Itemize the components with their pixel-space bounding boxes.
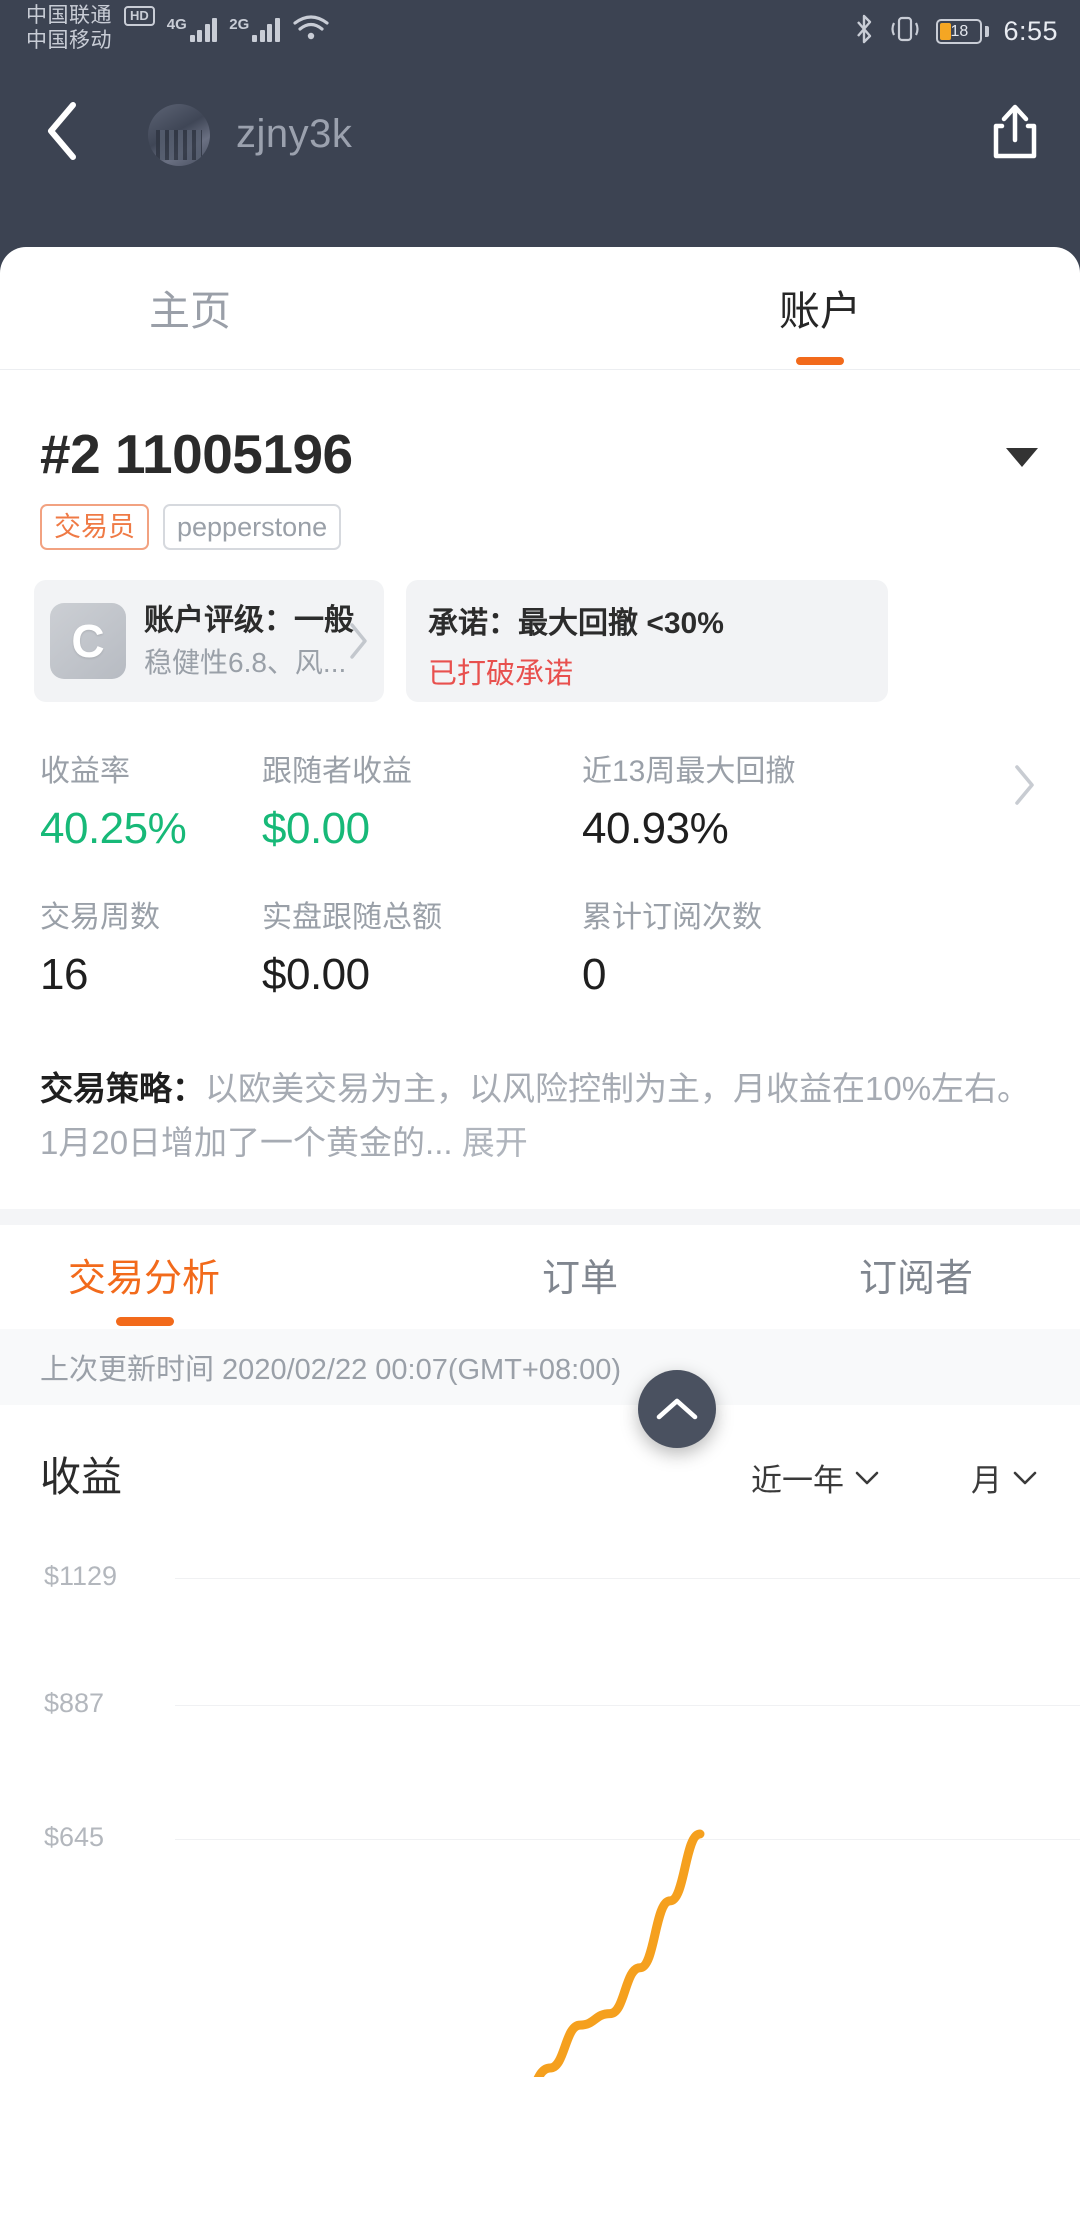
chart-title: 收益 (40, 1454, 122, 1501)
earnings-chart[interactable]: $1129 $887 $645 (0, 1517, 1080, 2078)
battery-icon: 18 (936, 19, 990, 44)
stat-label: 收益率 (40, 755, 130, 789)
signal-group-2: 2G (229, 4, 280, 42)
promise-status: 已打破承诺 (428, 658, 574, 691)
tab-subscribers[interactable]: 订阅者 (796, 1247, 1036, 1302)
status-bar-clock: 6:55 (1003, 16, 1058, 46)
account-badges: 交易员 pepperstone (40, 504, 1040, 551)
tab-home[interactable]: 主页 (40, 277, 340, 337)
tab-account-indicator (796, 357, 844, 365)
chart-header: 收益 近一年 月 (0, 1405, 1080, 1517)
info-cards: C 账户评级：一般 稳健性6.8、风... 承诺：最大回撤 <30% 已打破承诺 (0, 550, 1080, 703)
stat-trading-weeks: 交易周数 16 (40, 892, 262, 1000)
stat-value: 16 (40, 950, 88, 1000)
signal-bars-2-icon (252, 16, 280, 42)
strategy-expand-link[interactable]: 展开 (462, 1124, 528, 1161)
scroll-to-top-button[interactable] (638, 1370, 716, 1448)
account-number: #2 11005196 (40, 423, 353, 485)
avatar[interactable] (148, 104, 210, 166)
profile-username: zjny3k (236, 112, 353, 156)
navigation-bar: zjny3k (0, 72, 1080, 190)
stats-row-1: 收益率 40.25% 跟随者收益 $0.00 近13周最大回撤 40.93% (0, 746, 1080, 854)
strategy-label: 交易策略： (40, 1070, 205, 1108)
stats-detail-chevron-right-icon[interactable] (1012, 762, 1038, 813)
share-icon (993, 104, 1037, 159)
badge-broker: pepperstone (163, 504, 342, 551)
rating-subtitle: 稳健性6.8、风... (144, 646, 347, 678)
chart-period-label: 月 (971, 1463, 1002, 1499)
status-bar: 中国联通 HD 中国移动 4G 2G 18 6:55 (0, 0, 1080, 72)
stat-total-subscriptions: 累计订阅次数 0 (582, 892, 962, 1000)
stat-label: 近13周最大回撤 (582, 755, 796, 789)
network-type-1-label: 4G (166, 16, 187, 33)
analysis-tabbar: 交易分析 订单 订阅者 (0, 1225, 1080, 1329)
battery-percent-label: 18 (950, 22, 969, 40)
chevron-down-icon (855, 1471, 879, 1485)
tab-trade-analysis-indicator (116, 1317, 174, 1327)
stat-label: 跟随者收益 (262, 755, 412, 789)
chevron-left-icon (48, 102, 76, 160)
stat-value: 40.25% (40, 804, 187, 854)
signal-bars-1-icon (189, 16, 218, 42)
last-updated-bar: 上次更新时间 2020/02/22 00:07(GMT+08:00) (0, 1329, 1080, 1406)
promise-card[interactable]: 承诺：最大回撤 <30% 已打破承诺 (406, 580, 888, 703)
stat-label: 实盘跟随总额 (262, 901, 442, 935)
account-rating-card[interactable]: C 账户评级：一般 稳健性6.8、风... (34, 580, 384, 703)
vibrate-icon (888, 14, 922, 49)
network-type-2-label: 2G (229, 16, 250, 33)
share-button[interactable] (982, 98, 1048, 164)
stat-value: 40.93% (582, 804, 729, 854)
chart-range-label: 近一年 (751, 1463, 844, 1499)
stat-label: 累计订阅次数 (582, 901, 762, 935)
hd-badge: HD (124, 6, 155, 27)
signal-group-1: 4G (167, 4, 218, 42)
stat-follower-profit: 跟随者收益 $0.00 (262, 746, 582, 854)
profile-tabbar: 主页 账户 (0, 247, 1080, 370)
wifi-icon (292, 4, 330, 47)
stat-value: $0.00 (262, 950, 370, 1000)
content-sheet: 主页 账户 #2 11005196 交易员 pepperstone C 账户评级… (0, 247, 1080, 2240)
chevron-right-icon (348, 621, 370, 666)
stat-value: $0.00 (262, 804, 370, 854)
stat-total-following-amount: 实盘跟随总额 $0.00 (262, 892, 582, 1000)
stat-return-rate: 收益率 40.25% (40, 746, 262, 854)
chart-range-selector[interactable]: 近一年 (751, 1455, 880, 1500)
badge-trader: 交易员 (40, 504, 149, 551)
tab-orders[interactable]: 订单 (460, 1247, 700, 1302)
strategy-section: 交易策略：以欧美交易为主，以风险控制为主，月收益在10%左右。1月20日增加了一… (0, 1038, 1080, 1169)
stat-max-drawdown: 近13周最大回撤 40.93% (582, 746, 962, 854)
chevron-up-icon (656, 1398, 698, 1420)
carrier-names: 中国联通 HD 中国移动 (26, 4, 155, 54)
chart-period-selector[interactable]: 月 (971, 1455, 1038, 1500)
stat-label: 交易周数 (40, 901, 160, 935)
earnings-line-series (533, 1829, 705, 2078)
stats-grid: 收益率 40.25% 跟随者收益 $0.00 近13周最大回撤 40.93% 交… (0, 702, 1080, 1000)
last-updated-text: 上次更新时间 2020/02/22 00:07(GMT+08:00) (40, 1354, 622, 1387)
back-button[interactable] (28, 96, 98, 166)
chevron-down-icon (1013, 1471, 1037, 1485)
carrier-secondary-label: 中国移动 (26, 28, 112, 52)
carrier-primary-label: 中国联通 (26, 4, 112, 27)
tab-account[interactable]: 账户 (670, 277, 970, 337)
tab-trade-analysis[interactable]: 交易分析 (24, 1247, 264, 1302)
stat-value: 0 (582, 950, 606, 1000)
screen-root: 中国联通 HD 中国移动 4G 2G 18 6:55 zjny3k 主页 账户 … (0, 0, 1080, 2240)
promise-title: 承诺：最大回撤 <30% (428, 607, 724, 641)
stats-row-2: 交易周数 16 实盘跟随总额 $0.00 累计订阅次数 0 (0, 892, 1080, 1000)
rating-grade-badge: C (50, 603, 126, 680)
account-switch-caret-down-icon[interactable] (1006, 448, 1038, 467)
bluetooth-icon (854, 14, 874, 49)
account-header: #2 11005196 交易员 pepperstone (0, 370, 1080, 551)
section-divider (0, 1209, 1080, 1226)
status-bar-left: 中国联通 HD 中国移动 4G 2G (26, 4, 330, 54)
rating-title: 账户评级：一般 (144, 603, 354, 637)
status-bar-right: 18 6:55 (854, 14, 1058, 49)
